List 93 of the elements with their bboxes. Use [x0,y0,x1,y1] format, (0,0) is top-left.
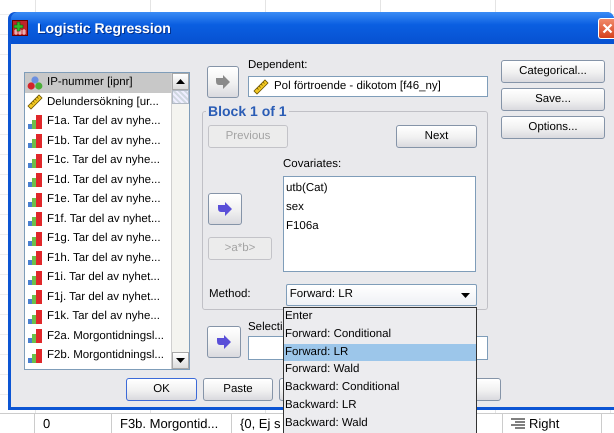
variable-item[interactable]: F1e. Tar del av nyhe... [25,190,171,210]
method-option[interactable]: Backward: LR [284,396,476,415]
window-title: Logistic Regression [37,18,171,38]
right-arrow-icon [216,335,232,349]
variable-label: F1d. Tar del av nyhe... [47,172,161,188]
scroll-up-button[interactable] [172,73,189,90]
method-label: Method: [208,287,252,302]
covariate-item[interactable]: sex [286,198,473,217]
variable-item[interactable]: F1a. Tar del av nyhe... [25,112,171,132]
right-arrow-icon [215,75,231,89]
method-option[interactable]: Forward: LR [284,344,476,362]
dialog-button[interactable]: Save... [501,88,605,111]
bar-chart-icon [27,308,43,325]
variable-label: Delundersökning [ur... [47,94,159,110]
variable-item[interactable]: F1b. Tar del av nyhe... [25,132,171,151]
method-option[interactable]: Forward: Wald [284,361,476,380]
variable-label: F1h. Tar del av nyhe... [47,250,161,266]
variable-label: F2a. Morgontidningsl... [47,328,164,344]
bar-chart-icon [27,230,43,247]
ruler-icon [253,78,269,94]
variable-item[interactable]: F1c. Tar del av nyhe... [25,151,171,170]
down-arrow-icon [176,358,185,363]
close-button[interactable] [598,18,614,38]
variable-label: F1k. Tar del av nyhe... [47,309,160,324]
method-options-menu[interactable]: Enter Forward: Conditional Forward: LR Forward: Wald Backward: Conditional Backward: LR Backward: Wald [283,307,477,433]
variable-label: F1c. Tar del av nyhe... [47,153,160,168]
variable-item[interactable]: F2a. Morgontidningsl... [25,326,171,346]
covariate-item[interactable]: F106a [286,217,473,236]
bar-chart-icon [27,289,43,306]
dropdown-caret-icon [461,292,470,298]
covariates-label: Covariates: [283,157,342,171]
variable-label: F1j. Tar del av nyhet... [47,290,160,305]
scroll-thumb[interactable] [172,90,189,104]
right-arrow-icon [217,202,233,216]
table-cell: 0 [35,414,112,433]
covariates-list[interactable]: utb(Cat) sex F106a [283,176,476,272]
variable-item[interactable]: Delundersökning [ur... [25,92,171,112]
bar-chart-icon [27,250,43,266]
move-button[interactable] [207,326,241,358]
align-right-icon [511,418,525,429]
app-icon [12,20,28,36]
block-title: Block 1 of 1 [206,103,289,119]
variable-item[interactable]: F1f. Tar del av nyhet... [25,210,171,229]
selection-label: Selecti [248,321,283,333]
ruler-icon [27,94,43,110]
bar-chart-icon [27,114,43,130]
bar-chart-icon [27,192,43,208]
close-icon [602,22,613,34]
bar-chart-icon [27,348,43,364]
dependent-label: Dependent: [248,58,308,72]
variable-label: IP-nummer [ipnr] [47,75,133,90]
variable-list[interactable] [24,72,190,370]
method-option[interactable]: Forward: Conditional [284,326,476,344]
variable-label: F1f. Tar del av nyhet... [47,212,161,227]
move-button[interactable] [208,193,242,225]
variable-item[interactable]: F2b. Morgontidningsl... [25,346,171,366]
dependent-value: Pol förtroende - dikotom [f46_ny] [274,78,441,94]
scroll-down-button[interactable] [172,352,189,369]
bar-chart-icon [27,152,43,169]
method-option[interactable]: Backward: Conditional [284,379,476,397]
variable-item[interactable]: F1h. Tar del av nyhe... [25,248,171,268]
variable-label: F1g. Tar del av nyhe... [47,231,161,246]
variable-item[interactable]: F1i. Tar del av nyhet... [25,268,171,288]
variable-item[interactable]: IP-nummer [ipnr] [25,73,171,92]
bar-chart-icon [27,133,43,150]
variable-label: F1i. Tar del av nyhet... [47,270,160,286]
variable-label: F1a. Tar del av nyhe... [47,114,161,130]
bar-chart-icon [27,211,43,228]
covariate-item[interactable]: utb(Cat) [286,179,473,198]
dialog-button[interactable]: Categorical... [501,60,605,83]
circles-icon [27,74,43,91]
variable-item[interactable]: F1k. Tar del av nyhe... [25,307,171,326]
next-button[interactable]: Next [396,125,477,148]
variable-label: F2b. Morgontidningsl... [47,348,164,364]
variable-item[interactable]: F1g. Tar del av nyhe... [25,229,171,248]
bar-chart-icon [27,328,43,344]
method-value: Forward: LR [290,287,354,302]
method-dropdown[interactable]: Forward: LR [286,284,477,306]
variable-label: F1e. Tar del av nyhe... [47,192,161,208]
scrollbar[interactable] [171,73,189,369]
bar-chart-icon [27,270,43,286]
variable-label: F1b. Tar del av nyhe... [47,134,161,149]
dialog-button[interactable]: OK [126,378,197,401]
dialog-button[interactable]: Options... [501,116,605,139]
dialog-button[interactable]: Paste [203,378,273,401]
table-cell: F3b. Morgontid... [112,414,232,433]
bar-chart-icon [27,172,43,188]
method-option[interactable]: Enter [284,308,476,326]
variable-item[interactable]: F1d. Tar del av nyhe... [25,170,171,190]
table-cell: Right [502,414,602,433]
up-arrow-icon [176,79,185,84]
dependent-field[interactable]: Pol förtroende - dikotom [f46_ny] [248,76,488,97]
variable-item[interactable]: F1j. Tar del av nyhet... [25,288,171,307]
